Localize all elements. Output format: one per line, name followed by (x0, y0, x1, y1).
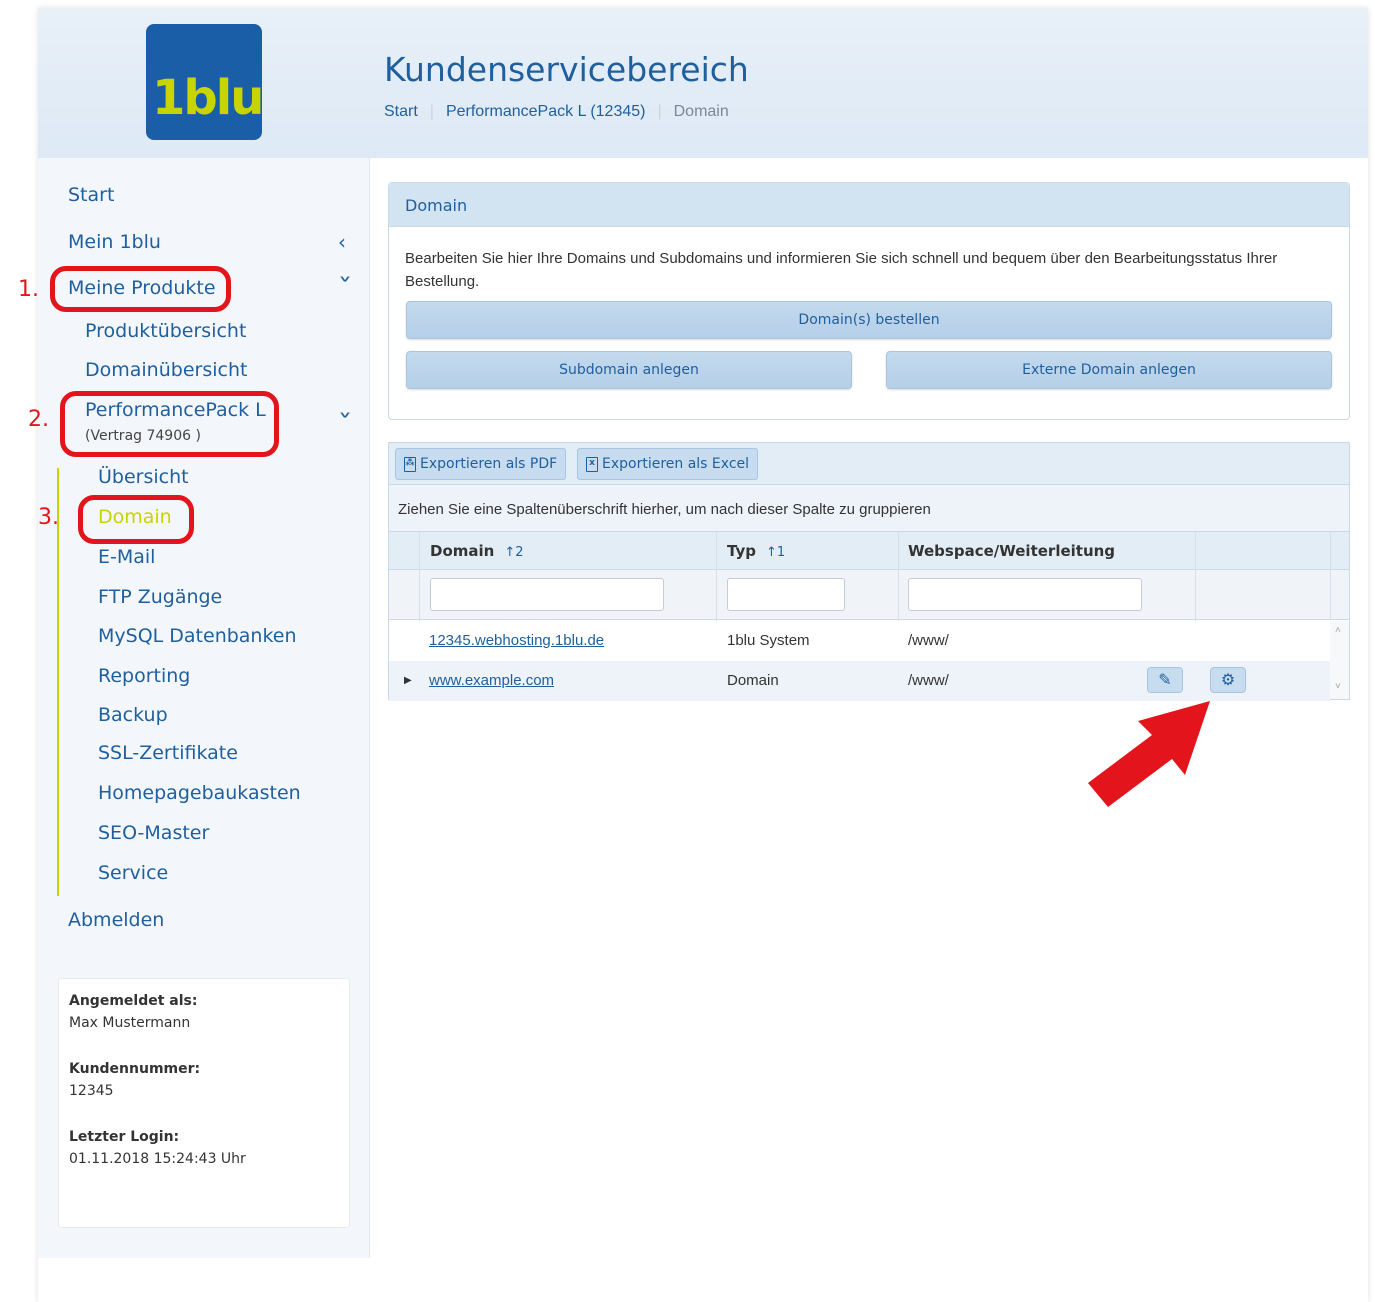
sidebar-item-ssl[interactable]: SSL-Zertifikate (98, 742, 238, 764)
logged-in-value: Max Mustermann (69, 1015, 191, 1031)
annotation-highlight-performancepack (60, 391, 279, 457)
breadcrumb-start[interactable]: Start (384, 103, 418, 121)
last-login-label: Letzter Login: (69, 1129, 180, 1145)
webspace-cell: /www/ (908, 632, 949, 649)
column-header-typ[interactable]: Typ ↑1 (727, 542, 785, 560)
sidebar-item-service[interactable]: Service (98, 862, 168, 884)
group-drop-area[interactable]: Ziehen Sie eine Spaltenüberschrift hierh… (389, 485, 1349, 532)
sidebar-item-domainuebersicht[interactable]: Domainübersicht (85, 359, 247, 381)
sort-indicator: ↑1 (765, 545, 786, 560)
filter-typ-input[interactable] (727, 578, 845, 611)
logo[interactable]: 1blu (146, 24, 264, 140)
annotation-number-3: 3. (38, 505, 59, 530)
domain-settings-button[interactable]: ⚙ (1210, 667, 1246, 693)
logged-in-label: Angemeldet als: (69, 993, 198, 1009)
sidebar-item-backup[interactable]: Backup (98, 704, 168, 726)
add-subdomain-button[interactable]: Subdomain anlegen (406, 351, 852, 389)
sidebar-item-abmelden[interactable]: Abmelden (68, 909, 164, 931)
sidebar-item-seo-master[interactable]: SEO-Master (98, 822, 209, 844)
user-info-box: Angemeldet als: Max Mustermann Kundennum… (58, 978, 350, 1228)
export-excel-button[interactable]: x Exportieren als Excel (577, 448, 759, 480)
sidebar-item-uebersicht[interactable]: Übersicht (98, 466, 189, 488)
sort-indicator: ↑2 (504, 545, 524, 560)
domain-link[interactable]: 12345.webhosting.1blu.de (429, 632, 604, 649)
column-header-webspace-label: Webspace/Weiterleitung (908, 542, 1116, 560)
annotation-number-2: 2. (28, 407, 49, 432)
annotation-arrow-icon (1088, 701, 1210, 807)
breadcrumb-separator: | (429, 103, 434, 120)
breadcrumb: Start | PerformancePack L (12345) | Doma… (384, 103, 729, 121)
scroll-up-icon[interactable]: ˄ (1335, 625, 1341, 636)
excel-icon: x (586, 456, 598, 472)
column-header-webspace[interactable]: Webspace/Weiterleitung (908, 542, 1115, 560)
page: 1blu Kundenservicebereich Start | Perfor… (38, 8, 1368, 1302)
order-domain-button[interactable]: Domain(s) bestellen (406, 301, 1332, 339)
scroll-down-icon[interactable]: ˅ (1335, 681, 1341, 692)
type-cell: Domain (727, 672, 779, 689)
domain-grid: ⁂ Exportieren als PDF x Exportieren als … (388, 442, 1350, 701)
breadcrumb-pack[interactable]: PerformancePack L (12345) (446, 103, 646, 121)
last-login-value: 01.11.2018 15:24:43 Uhr (69, 1151, 246, 1167)
expand-row-icon[interactable]: ▶ (404, 675, 412, 686)
grid-scrollbar[interactable]: ˄ ˅ (1330, 621, 1349, 699)
grid-header-row (389, 532, 1349, 570)
domain-card-title: Domain (389, 183, 1349, 227)
domain-link[interactable]: www.example.com (429, 672, 554, 689)
sidebar-item-reporting[interactable]: Reporting (98, 665, 190, 687)
export-pdf-label: Exportieren als PDF (420, 456, 558, 472)
header: 1blu Kundenservicebereich Start | Perfor… (38, 8, 1368, 158)
filter-domain-input[interactable] (430, 578, 664, 611)
customer-number-value: 12345 (69, 1083, 114, 1099)
pdf-icon: ⁂ (404, 456, 416, 472)
column-header-domain-label: Domain (430, 542, 495, 560)
sidebar-item-homepagebaukasten[interactable]: Homepagebaukasten (98, 782, 301, 804)
filter-webspace-input[interactable] (908, 578, 1142, 611)
chevron-left-icon[interactable]: ‹ (338, 230, 346, 254)
chevron-down-icon[interactable]: ˅ (338, 410, 353, 434)
chevron-down-icon[interactable]: ˅ (338, 274, 353, 298)
webspace-cell: /www/ (908, 672, 949, 689)
column-divider (1330, 532, 1331, 620)
annotation-highlight-domain (78, 495, 194, 544)
export-pdf-button[interactable]: ⁂ Exportieren als PDF (395, 448, 567, 480)
pencil-icon: ✎ (1158, 672, 1172, 689)
sidebar-item-mein-1blu[interactable]: Mein 1blu (68, 231, 161, 253)
type-cell: 1blu System (727, 632, 810, 649)
sidebar-item-email[interactable]: E-Mail (98, 546, 155, 568)
logo-text: 1blu (152, 70, 264, 126)
sidebar: Start Mein 1blu ‹ Meine Produkte ˅ Produ… (38, 158, 370, 1258)
column-header-typ-label: Typ (727, 542, 756, 560)
annotation-number-1: 1. (18, 277, 39, 302)
add-external-domain-button[interactable]: Externe Domain anlegen (886, 351, 1332, 389)
edit-webspace-button[interactable]: ✎ (1147, 667, 1183, 693)
export-excel-label: Exportieren als Excel (602, 456, 750, 472)
sidebar-item-ftp[interactable]: FTP Zugänge (98, 586, 222, 608)
table-row[interactable]: 12345.webhosting.1blu.de 1blu System /ww… (389, 621, 1330, 661)
domain-card: Domain Bearbeiten Sie hier Ihre Domains … (388, 182, 1350, 420)
annotation-highlight-meine-produkte (50, 266, 231, 312)
customer-number-label: Kundennummer: (69, 1061, 201, 1077)
column-header-domain[interactable]: Domain ↑2 (430, 542, 524, 560)
domain-card-description: Bearbeiten Sie hier Ihre Domains und Sub… (405, 250, 1278, 290)
breadcrumb-separator: | (657, 103, 662, 120)
grid-toolbar: ⁂ Exportieren als PDF x Exportieren als … (389, 443, 1349, 485)
submenu-indicator (57, 468, 59, 896)
sidebar-item-mysql[interactable]: MySQL Datenbanken (98, 625, 297, 647)
breadcrumb-current: Domain (673, 103, 729, 120)
sidebar-item-start[interactable]: Start (68, 184, 114, 206)
gear-icon: ⚙ (1220, 672, 1236, 689)
sidebar-item-produktuebersicht[interactable]: Produktübersicht (85, 320, 246, 342)
page-title: Kundenservicebereich (384, 50, 749, 89)
